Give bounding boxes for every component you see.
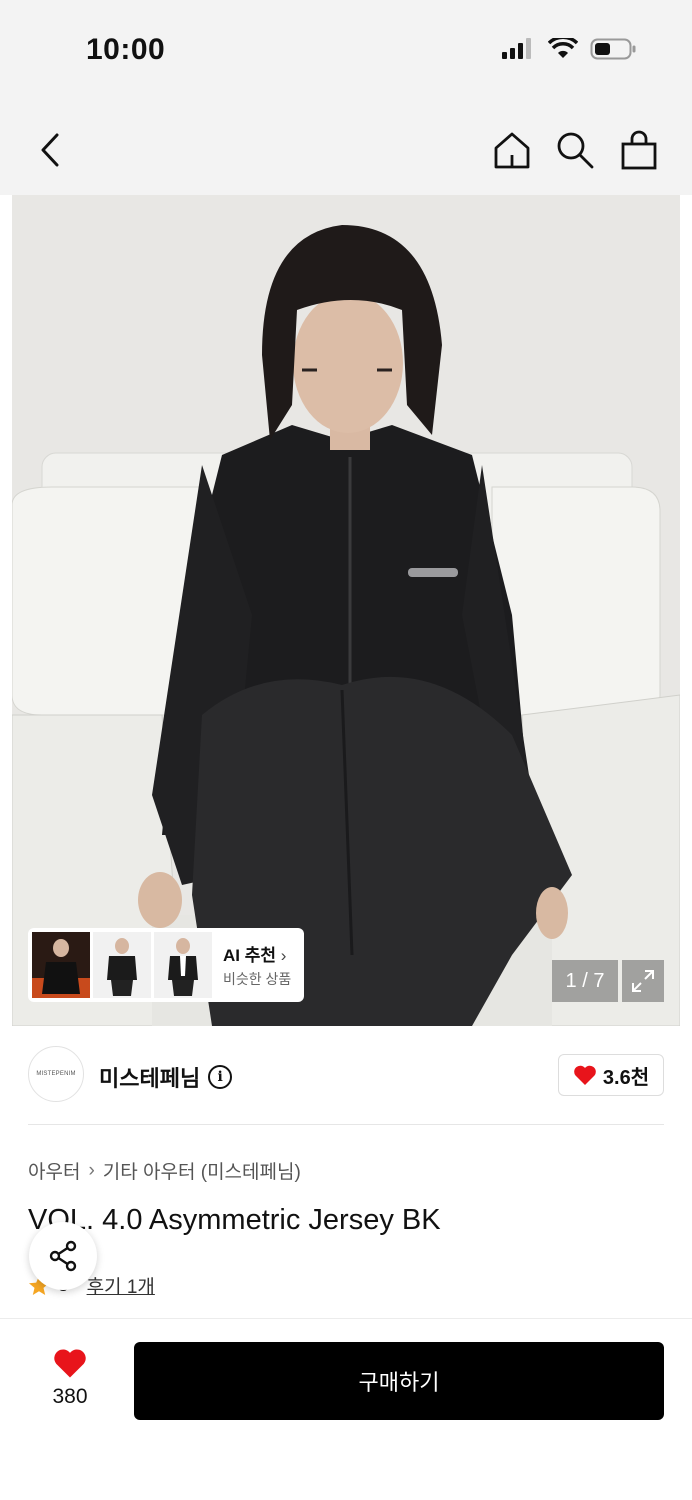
home-button[interactable]: [486, 124, 538, 176]
share-button[interactable]: [29, 1222, 97, 1290]
ai-thumb-1: [32, 932, 90, 998]
expand-icon: [632, 970, 654, 992]
product-title: VOL. 4.0 Asymmetric Jersey BK: [28, 1204, 441, 1236]
signal-icon: [502, 38, 531, 59]
chevron-right-icon: ›: [280, 946, 287, 965]
search-icon: [557, 132, 594, 169]
bottom-bar: 380 구매하기: [0, 1318, 692, 1500]
top-header: 10:00: [0, 0, 692, 195]
search-button[interactable]: [549, 124, 601, 176]
product-photo-illustration: [12, 195, 680, 1026]
image-counter: 1 / 7: [552, 960, 618, 1002]
brand-logo[interactable]: MISTEPENIM: [28, 1046, 84, 1102]
divider: [28, 1124, 664, 1125]
wishlist-button[interactable]: 380: [30, 1347, 110, 1417]
ai-thumb-3: [154, 932, 212, 998]
expand-button[interactable]: [622, 960, 664, 1002]
heart-icon: [54, 1349, 86, 1378]
brand-name-link[interactable]: 미스테페님 i: [99, 1061, 233, 1093]
chevron-right-icon: ›: [88, 1159, 95, 1181]
ai-recommend-card[interactable]: AI 추천 › 비슷한 상품: [28, 928, 304, 1002]
review-link[interactable]: 후기 1개: [87, 1272, 155, 1299]
ai-thumb-2: [93, 932, 151, 998]
breadcrumb-subcategory[interactable]: 기타 아우터 (미스테페님): [103, 1157, 301, 1184]
product-image[interactable]: AI 추천 › 비슷한 상품 1 / 7: [12, 195, 680, 1026]
breadcrumb: 아우터 › 기타 아우터 (미스테페님): [28, 1157, 301, 1184]
ai-recommend-subtitle: 비슷한 상품: [223, 971, 292, 987]
wishlist-count: 380: [52, 1385, 88, 1408]
battery-icon: [590, 38, 636, 60]
back-button[interactable]: [24, 124, 76, 176]
buy-button[interactable]: 구매하기: [134, 1342, 664, 1420]
cart-button[interactable]: [613, 124, 665, 176]
ai-recommend-text: AI 추천 › 비슷한 상품: [215, 941, 291, 989]
home-icon: [494, 132, 530, 169]
brand-name: 미스테페님: [99, 1066, 201, 1091]
ai-recommend-title: AI 추천: [223, 946, 277, 965]
status-icons: [502, 38, 636, 60]
chevron-left-icon: [41, 133, 59, 167]
share-icon: [49, 1240, 77, 1272]
status-time: 10:00: [86, 33, 166, 66]
heart-icon: [574, 1065, 596, 1085]
info-icon[interactable]: i: [208, 1065, 233, 1089]
brand-like-button[interactable]: 3.6천: [558, 1054, 664, 1096]
wifi-icon: [548, 38, 578, 58]
brand-like-count: 3.6천: [602, 1066, 650, 1089]
shopping-bag-icon: [621, 130, 657, 170]
breadcrumb-category[interactable]: 아우터: [28, 1157, 80, 1184]
